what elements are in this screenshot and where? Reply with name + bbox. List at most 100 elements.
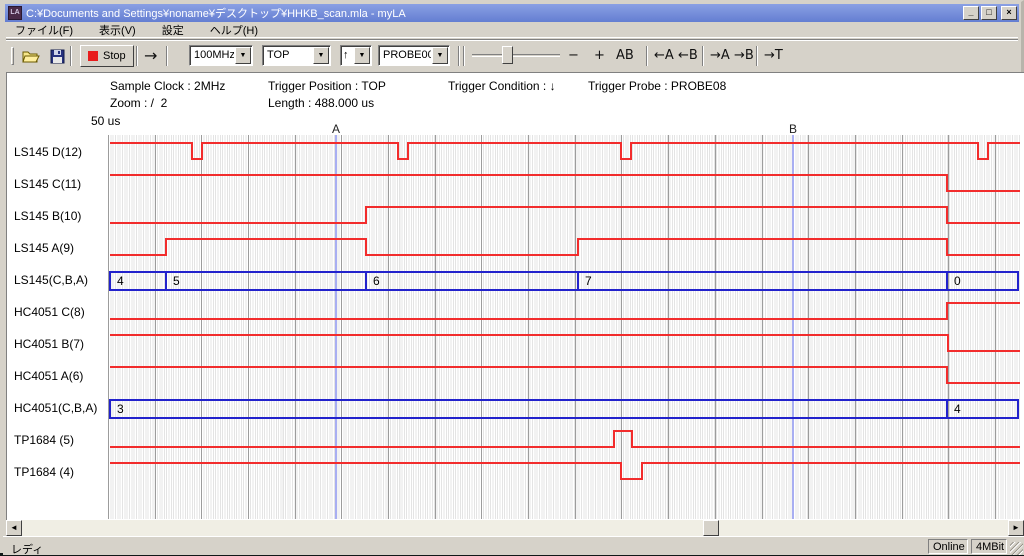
dropdown-arrow-icon[interactable]: ▼ [354, 47, 370, 64]
goto-marker-b-button[interactable]: ←B [678, 48, 698, 63]
toolbar-separator [646, 46, 648, 66]
trigger-position-info: Trigger Position : TOP [268, 79, 386, 93]
digital-trace [110, 431, 1020, 447]
signal-label[interactable]: LS145 C(11) [14, 177, 81, 191]
length-info: Length : 488.000 us [268, 96, 374, 110]
digital-trace [110, 207, 1020, 223]
signal-label[interactable]: LS145 B(10) [14, 209, 81, 223]
signal-label[interactable]: TP1684 (4) [14, 465, 74, 479]
zoom-info: Zoom : / 2 [110, 96, 167, 110]
digital-trace [110, 335, 1020, 351]
run-arrow-button[interactable]: → [144, 46, 157, 65]
zoom-out-button[interactable]: − [568, 48, 579, 63]
minimize-button[interactable]: _ [963, 6, 979, 20]
signal-label[interactable]: LS145 D(12) [14, 145, 82, 159]
stop-square-icon [88, 51, 98, 61]
signal-label[interactable]: LS145 A(9) [14, 241, 74, 255]
digital-trace [110, 463, 1020, 479]
horizontal-scrollbar[interactable]: ◄ ► [6, 520, 1024, 536]
sample-clock-info: Sample Clock : 2MHz [110, 79, 225, 93]
signal-label[interactable]: HC4051 B(7) [14, 337, 84, 351]
bus-box [110, 272, 1018, 290]
desktop: LA C:¥Documents and Settings¥noname¥デスクト… [0, 0, 1024, 556]
window-title: C:¥Documents and Settings¥noname¥デスクトップ¥… [26, 5, 963, 21]
dropdown-arrow-icon[interactable]: ▼ [432, 47, 448, 64]
app-window: LA C:¥Documents and Settings¥noname¥デスクト… [0, 0, 1024, 553]
stop-button[interactable]: Stop [80, 45, 134, 67]
open-file-button[interactable] [20, 45, 42, 67]
toolbar-separator [463, 46, 465, 66]
toolbar-separator [166, 46, 168, 66]
digital-trace [110, 175, 1020, 191]
menu-bar: ファイル(F) 表示(V) 設定 ヘルプ(H) [6, 22, 1018, 38]
scroll-left-button[interactable]: ◄ [6, 520, 22, 536]
save-button[interactable] [46, 45, 68, 67]
dropdown-arrow-icon[interactable]: ▼ [313, 47, 329, 64]
bus-value: 6 [373, 274, 380, 288]
toolbar-separator [458, 46, 460, 66]
toolbar-separator [136, 46, 138, 66]
signal-label[interactable]: LS145(C,B,A) [14, 273, 88, 287]
status-memory-badge: 4MBit [971, 539, 1007, 554]
open-folder-icon [22, 49, 40, 64]
sample-clock-value: 100MHz [190, 46, 234, 65]
ab-button[interactable]: AB [616, 48, 634, 63]
goto-marker-a-button[interactable]: ←A [654, 48, 674, 63]
trigger-probe-info: Trigger Probe : PROBE08 [588, 79, 726, 93]
bus-value: 4 [954, 402, 961, 416]
trigger-edge-value: ↑ [341, 46, 353, 65]
digital-trace [110, 143, 1020, 159]
status-bar: レディ Online 4MBit [3, 536, 1024, 555]
waveform-plot: 4 5 6 7 0 3 4 [108, 135, 1020, 519]
maximize-button[interactable]: □ [981, 6, 997, 20]
scrollbar-thumb[interactable] [703, 520, 719, 536]
set-marker-a-button[interactable]: →A [710, 48, 730, 63]
floppy-disk-icon [50, 49, 65, 64]
toolbar-separator [70, 46, 72, 66]
signal-label[interactable]: HC4051 C(8) [14, 305, 85, 319]
toolbar-separator [756, 46, 758, 66]
toolbar: Stop → 100MHz ▼ TOP ▼ ↑ ▼ PROBE00 ▼ [6, 39, 1018, 71]
resize-grip-icon[interactable] [1010, 542, 1023, 555]
waveform-grid[interactable]: 4 5 6 7 0 3 4 [108, 135, 1020, 519]
signal-label[interactable]: TP1684 (5) [14, 433, 74, 447]
scroll-right-button[interactable]: ► [1008, 520, 1024, 536]
goto-trigger-button[interactable]: →T [764, 48, 783, 63]
probe-value: PROBE00 [379, 46, 431, 65]
title-bar[interactable]: LA C:¥Documents and Settings¥noname¥デスクト… [5, 4, 1019, 22]
close-button[interactable]: × [1001, 6, 1017, 20]
bus-value: 7 [585, 274, 592, 288]
signal-label[interactable]: HC4051 A(6) [14, 369, 83, 383]
trigger-position-value: TOP [263, 46, 312, 65]
digital-trace [110, 367, 1020, 383]
stop-label: Stop [103, 50, 126, 62]
bus-value: 4 [117, 274, 124, 288]
dropdown-arrow-icon[interactable]: ▼ [235, 47, 251, 64]
zoom-in-button[interactable]: + [594, 48, 605, 63]
probe-combo[interactable]: PROBE00 ▼ [378, 45, 450, 66]
marker-B-label: B [789, 122, 797, 136]
bus-value: 5 [173, 274, 180, 288]
timebase-label: 50 us [91, 114, 120, 128]
status-ready-text: レディ [11, 541, 43, 556]
toolbar-separator [702, 46, 704, 66]
menu-file[interactable]: ファイル(F) [6, 21, 82, 39]
bus-box [110, 400, 1018, 418]
signal-label[interactable]: HC4051(C,B,A) [14, 401, 97, 415]
menu-settings[interactable]: 設定 [153, 21, 193, 39]
trigger-condition-info: Trigger Condition : ↓ [448, 79, 556, 93]
app-icon: LA [8, 6, 22, 20]
set-marker-b-button[interactable]: →B [734, 48, 754, 63]
toolbar-grip[interactable] [11, 47, 14, 65]
sample-clock-combo[interactable]: 100MHz ▼ [189, 45, 253, 66]
zoom-slider-handle[interactable] [502, 46, 513, 64]
marker-A-label: A [332, 122, 340, 136]
bus-value: 0 [954, 274, 961, 288]
trigger-edge-combo[interactable]: ↑ ▼ [340, 45, 372, 66]
trigger-position-combo[interactable]: TOP ▼ [262, 45, 331, 66]
digital-trace [110, 303, 1020, 319]
menu-help[interactable]: ヘルプ(H) [201, 21, 267, 39]
bus-value: 3 [117, 402, 124, 416]
zoom-slider-track[interactable] [472, 54, 560, 57]
menu-view[interactable]: 表示(V) [90, 21, 145, 39]
